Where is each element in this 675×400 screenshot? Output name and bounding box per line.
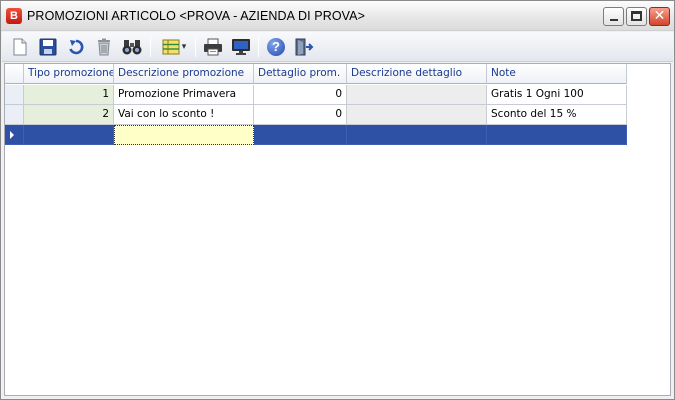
toolbar-separator	[258, 37, 259, 57]
cell-dettaglio[interactable]: 0	[254, 85, 347, 105]
toolbar-separator	[150, 37, 151, 57]
print-icon	[204, 38, 222, 56]
help-button[interactable]: ?	[265, 36, 287, 58]
column-header-descrizione-dettaglio[interactable]: Descrizione dettaglio	[347, 64, 487, 84]
cell-descrizione[interactable]: Promozione Primavera	[114, 85, 254, 105]
cell-descrizione-dettaglio[interactable]	[347, 105, 487, 125]
row-selector-header[interactable]	[5, 64, 24, 84]
cell-note[interactable]: Sconto del 15 %	[487, 105, 627, 125]
new-cell-tipo[interactable]	[24, 125, 114, 145]
column-header-dettaglio[interactable]: Dettaglio prom.	[254, 64, 347, 84]
maximize-button[interactable]	[626, 7, 647, 26]
exit-button[interactable]	[293, 36, 315, 58]
cell-descrizione[interactable]: Vai con lo sconto !	[114, 105, 254, 125]
window-title: PROMOZIONI ARTICOLO <PROVA - AZIENDA DI …	[27, 9, 366, 23]
cell-tipo[interactable]: 1	[24, 85, 114, 105]
new-record-row[interactable]	[5, 125, 627, 145]
undo-button[interactable]	[65, 36, 87, 58]
column-header-tipo[interactable]: Tipo promozione	[24, 64, 114, 84]
table-row[interactable]: 1 Promozione Primavera 0 Gratis 1 Ogni 1…	[5, 85, 627, 105]
new-cell-note[interactable]	[487, 125, 627, 145]
new-cell-dettaglio[interactable]	[254, 125, 347, 145]
table-row[interactable]: 2 Vai con lo sconto ! 0 Sconto del 15 %	[5, 105, 627, 125]
current-row-arrow-icon	[10, 131, 14, 139]
toolbar-separator	[195, 37, 196, 57]
close-icon: ✕	[653, 8, 666, 24]
cell-descrizione-dettaglio[interactable]	[347, 85, 487, 105]
search-binoculars-icon	[122, 40, 142, 55]
row-selector[interactable]	[5, 85, 24, 105]
row-selector-current[interactable]	[5, 125, 24, 145]
cell-note[interactable]: Gratis 1 Ogni 100	[487, 85, 627, 105]
minimize-icon	[610, 19, 618, 21]
cell-dettaglio[interactable]: 0	[254, 105, 347, 125]
cell-tipo[interactable]: 2	[24, 105, 114, 125]
promozioni-window: B PROMOZIONI ARTICOLO <PROVA - AZIENDA D…	[0, 0, 675, 400]
chevron-down-icon: ▾	[181, 42, 187, 52]
save-icon	[39, 38, 57, 56]
grid-options-button[interactable]: ▾	[159, 36, 189, 58]
close-button[interactable]: ✕	[649, 7, 670, 26]
search-button[interactable]	[121, 36, 143, 58]
column-header-note[interactable]: Note	[487, 64, 627, 84]
print-button[interactable]	[202, 36, 224, 58]
promotions-grid[interactable]: Tipo promozione Descrizione promozione D…	[4, 63, 671, 396]
delete-icon	[98, 38, 110, 56]
help-icon: ?	[267, 38, 285, 56]
toolbar: ▾ ?	[2, 32, 673, 62]
preview-monitor-icon	[232, 39, 250, 55]
new-cell-descrizione-input[interactable]	[114, 125, 254, 145]
column-header-descrizione[interactable]: Descrizione promozione	[114, 64, 254, 84]
new-document-button[interactable]	[9, 36, 31, 58]
minimize-button[interactable]	[603, 7, 624, 26]
maximize-icon	[631, 11, 642, 21]
undo-icon	[69, 39, 84, 55]
new-cell-descrizione-dettaglio[interactable]	[347, 125, 487, 145]
grid-options-icon	[162, 39, 180, 55]
exit-icon	[295, 38, 314, 56]
save-button[interactable]	[37, 36, 59, 58]
app-logo-icon: B	[6, 8, 22, 24]
row-selector[interactable]	[5, 105, 24, 125]
grid-header-row: Tipo promozione Descrizione promozione D…	[5, 64, 627, 84]
preview-button[interactable]	[230, 36, 252, 58]
new-document-icon	[13, 38, 27, 56]
delete-button[interactable]	[93, 36, 115, 58]
title-bar[interactable]: B PROMOZIONI ARTICOLO <PROVA - AZIENDA D…	[1, 1, 674, 31]
